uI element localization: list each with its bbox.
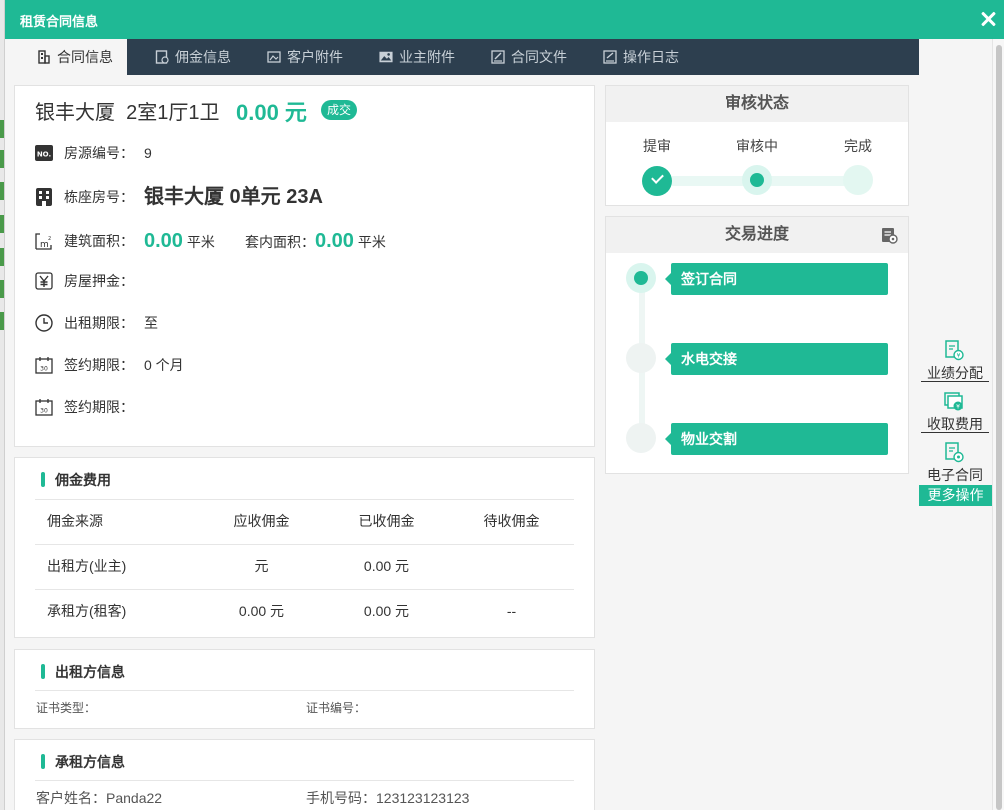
document-settings-icon[interactable]: [881, 227, 898, 244]
tenant-name: Panda22: [106, 790, 163, 806]
performance-doc-icon: ¥: [945, 340, 964, 361]
area-value: 0.00: [144, 230, 183, 252]
cert-type-label: 证书类型：: [36, 701, 97, 715]
review-step-label: 审核中: [736, 138, 778, 154]
picture-icon: [379, 51, 393, 63]
tab-bar: 合同信息 佣金信息 客户附件 业主附件 合同文件 操作日志: [19, 39, 919, 75]
tenant-panel: 承租方信息 客户姓名：Panda22 手机号码：123123123123: [14, 739, 595, 810]
trade-progress-panel: 交易进度 签订合同 水电交接 物业交割: [605, 216, 909, 474]
rent-price: 0.00 元: [236, 100, 307, 125]
tenant-title: 承租方信息: [41, 752, 125, 772]
progress-step-property[interactable]: 物业交割: [665, 423, 888, 455]
review-step-label: 提审: [643, 138, 671, 154]
tenant-phone-row: 手机号码：123123123123: [306, 790, 470, 806]
building-block-icon: [36, 188, 52, 206]
tab-owner-attachment[interactable]: 业主附件: [377, 39, 455, 75]
scrollbar[interactable]: [992, 39, 1004, 810]
side-actions: ¥ 业绩分配 ¥ 收取费用 电子合同: [919, 335, 991, 488]
modal-title: 租赁合同信息: [20, 14, 99, 29]
cert-no-label: 证书编号：: [306, 701, 367, 715]
fee-collect-icon: ¥: [944, 392, 963, 411]
commission-title: 佣金费用: [41, 470, 111, 490]
tenant-name-row: 客户姓名：Panda22: [36, 790, 163, 806]
more-actions-button[interactable]: 更多操作: [919, 485, 992, 506]
tab-label: 客户附件: [287, 49, 343, 65]
building-value: 银丰大厦 0单元 23A: [144, 186, 323, 208]
progress-node: [626, 423, 656, 453]
progress-title: 交易进度: [606, 217, 908, 253]
scrollbar-thumb[interactable]: [996, 45, 1002, 810]
tab-operation-log[interactable]: 操作日志: [601, 39, 679, 75]
tab-label: 佣金信息: [175, 49, 231, 65]
rent-period-value: 至: [144, 315, 158, 331]
svg-text:30: 30: [40, 366, 48, 373]
contract-modal: 租赁合同信息 合同信息 佣金信息 客户附件 业主附件 合同文件 操作日志 银丰大…: [4, 0, 1004, 810]
review-step-pending: [843, 165, 873, 195]
progress-node-active: [626, 263, 656, 293]
landlord-title: 出租方信息: [41, 662, 125, 682]
collect-fee-button[interactable]: ¥ 收取费用: [919, 386, 991, 437]
clock-icon: [35, 314, 53, 332]
progress-node: [626, 343, 656, 373]
svg-text:2: 2: [48, 236, 51, 242]
col-header: 已收佣金: [358, 513, 415, 529]
yuan-icon: [35, 272, 53, 290]
source-no-value: 9: [144, 145, 152, 161]
review-status-panel: 审核状态 提审 审核中 完成: [605, 85, 909, 206]
building-icon: [38, 50, 50, 64]
progress-step-sign[interactable]: 签订合同: [665, 263, 888, 295]
landlord-panel: 出租方信息 证书类型： 证书编号：: [14, 649, 595, 729]
col-header: 待收佣金: [483, 513, 540, 529]
check-icon: [642, 166, 672, 196]
e-contract-button[interactable]: 电子合同: [919, 437, 991, 488]
edit-doc-icon: [491, 50, 505, 64]
col-header: 佣金来源: [47, 513, 103, 529]
svg-text:¥: ¥: [956, 404, 960, 411]
tab-contract-file[interactable]: 合同文件: [489, 39, 567, 75]
house-title: 银丰大厦 2室1厅1卫: [35, 96, 220, 125]
svg-text:NO.: NO.: [37, 151, 51, 159]
calendar-icon: 30: [35, 399, 53, 416]
svg-text:30: 30: [40, 408, 48, 415]
area-icon: m2: [35, 233, 52, 250]
tenant-phone: 123123123123: [376, 790, 470, 806]
svg-text:¥: ¥: [957, 353, 961, 360]
col-header: 应收佣金: [233, 513, 290, 529]
commission-icon: [155, 50, 169, 64]
tab-contract-info[interactable]: 合同信息: [19, 39, 127, 75]
number-icon: NO.: [35, 145, 53, 161]
house-layout: 2室1厅1卫: [126, 102, 220, 124]
log-icon: [603, 50, 617, 64]
tab-label: 合同信息: [57, 49, 113, 65]
sign-period-value: 0 个月: [144, 357, 184, 373]
image-attach-icon: [267, 51, 281, 63]
tab-label: 合同文件: [511, 49, 567, 65]
performance-allocation-button[interactable]: ¥ 业绩分配: [919, 335, 991, 386]
tab-label: 操作日志: [623, 49, 679, 65]
inner-area-value: 0.00: [315, 230, 354, 252]
e-contract-icon: [945, 442, 964, 463]
house-info-panel: 银丰大厦 2室1厅1卫 0.00 元 成交 NO. 房源编号： 9 栋座房号： …: [14, 85, 595, 447]
calendar-icon: 30: [35, 357, 53, 374]
close-icon[interactable]: [979, 10, 997, 28]
tab-label: 业主附件: [399, 49, 455, 65]
progress-step-utility[interactable]: 水电交接: [665, 343, 888, 375]
review-step-current: [742, 165, 772, 195]
tab-commission-info[interactable]: 佣金信息: [153, 39, 231, 75]
tab-customer-attachment[interactable]: 客户附件: [265, 39, 343, 75]
modal-titlebar: 租赁合同信息: [5, 0, 1004, 39]
house-name: 银丰大厦: [35, 102, 115, 124]
commission-panel: 佣金费用 佣金来源 应收佣金 已收佣金 待收佣金 出租方(业主) 元 0.00 …: [14, 457, 595, 638]
review-step-label: 完成: [844, 138, 872, 154]
review-title: 审核状态: [606, 86, 908, 122]
status-badge: 成交: [321, 100, 358, 120]
